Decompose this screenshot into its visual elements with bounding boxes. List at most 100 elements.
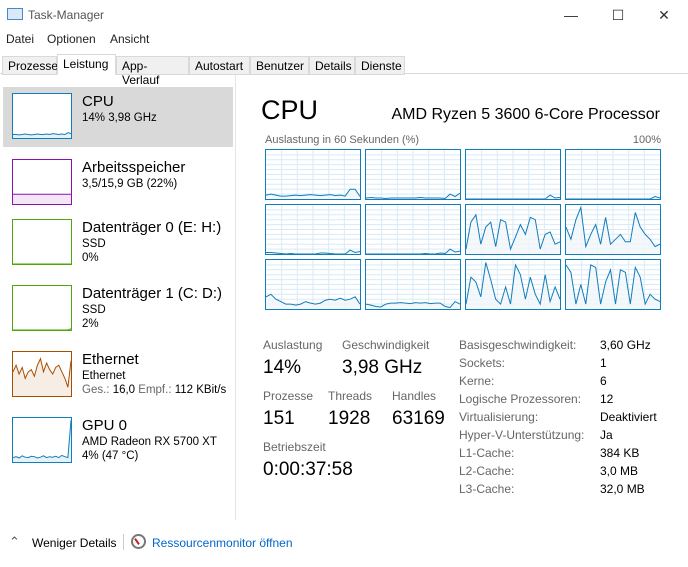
core-graph	[565, 204, 661, 255]
tab-leistung[interactable]: Leistung	[57, 54, 116, 75]
spec-value: 384 KB	[600, 446, 640, 460]
divider	[123, 534, 124, 550]
sidebar-item-name: Ethernet	[82, 351, 139, 368]
maximize-button[interactable]: ☐	[595, 4, 641, 26]
thumb-line	[13, 328, 71, 330]
thumb-line	[13, 420, 71, 459]
processes-value: 151	[263, 408, 295, 429]
sidebar-item-memory[interactable]: Arbeitsspeicher 3,5/15,9 GB (22%)	[3, 153, 233, 213]
spec-value: Ja	[600, 428, 613, 442]
sidebar-item-detail: 14% 3,98 GHz	[82, 112, 157, 124]
sidebar-item-disk-0[interactable]: Datenträger 0 (E: H:) SSD 0%	[3, 213, 233, 273]
core-graph	[365, 204, 461, 255]
send-value: 16,0	[112, 384, 136, 396]
sidebar-item-gpu[interactable]: GPU 0 AMD Radeon RX 5700 XT 4% (47 °C)	[3, 411, 233, 471]
sidebar-item-disk-1[interactable]: Datenträger 1 (C: D:) SSD 2%	[3, 279, 233, 339]
thumb-area	[13, 132, 71, 138]
core-graph	[565, 149, 661, 200]
sidebar-item-detail: SSD	[82, 238, 106, 250]
sidebar-item-name: CPU	[82, 93, 114, 110]
thumb-area	[13, 194, 71, 204]
tab-dienste[interactable]: Dienste	[355, 56, 405, 75]
core-graph	[365, 149, 461, 200]
tab-bar: Prozesse Leistung App-Verlauf Autostart …	[0, 54, 688, 87]
spec-label: L3-Cache:	[459, 482, 515, 496]
core-graph	[465, 204, 561, 255]
spec-value: 6	[600, 374, 607, 388]
spec-value: 3,0 MB	[600, 464, 639, 478]
tab-benutzer[interactable]: Benutzer	[250, 56, 309, 75]
spec-value: 12	[600, 392, 614, 406]
send-label: Ges.:	[82, 384, 110, 396]
spec-value: 32,0 MB	[600, 482, 645, 496]
tab-autostart[interactable]: Autostart	[189, 56, 250, 75]
utilization-label: Auslastung	[263, 338, 323, 352]
receive-value: 112 KBit/s	[174, 384, 227, 396]
sidebar-item-detail: SSD	[82, 304, 106, 316]
tab-details[interactable]: Details	[309, 56, 355, 75]
speed-label: Geschwindigkeit	[342, 338, 430, 352]
handles-value: 63169	[392, 408, 445, 429]
memory-thumbnail-graph	[12, 159, 72, 205]
threads-value: 1928	[328, 408, 371, 429]
sidebar-item-ethernet[interactable]: Ethernet Ethernet Ges.: 16,0 Empf.: 112 …	[3, 345, 233, 405]
ethernet-thumbnail-graph	[12, 351, 72, 397]
task-manager-icon	[7, 8, 23, 20]
cpu-model: AMD Ryzen 5 3600 6-Core Processor	[391, 106, 660, 123]
sidebar-item-usage: 2%	[82, 318, 99, 330]
disk-1-thumbnail-graph	[12, 285, 72, 331]
resource-monitor-icon	[131, 534, 146, 549]
tab-prozesse[interactable]: Prozesse	[2, 56, 58, 75]
open-resource-monitor-link[interactable]: Ressourcenmonitor öffnen	[152, 536, 293, 550]
gpu-thumbnail-graph	[12, 417, 72, 463]
core-graph	[265, 259, 361, 310]
spec-label: Basisgeschwindigkeit:	[459, 338, 577, 352]
title-bar: Task-Manager — ☐ ✕	[0, 0, 688, 30]
resource-sidebar: CPU 14% 3,98 GHz Arbeitsspeicher 3,5/15,…	[0, 75, 236, 520]
fewer-details-button[interactable]: Weniger Details	[32, 536, 116, 550]
chevron-up-icon[interactable]: ⌃	[9, 534, 20, 550]
sidebar-item-cpu[interactable]: CPU 14% 3,98 GHz	[3, 87, 233, 147]
menu-optionen[interactable]: Optionen	[47, 32, 96, 46]
core-graph	[265, 204, 361, 255]
core-graph	[465, 259, 561, 310]
window-title: Task-Manager	[28, 8, 105, 22]
spec-label: Kerne:	[459, 374, 495, 388]
uptime-label: Betriebszeit	[263, 440, 326, 454]
spec-label: L1-Cache:	[459, 446, 515, 460]
spec-value: 1	[600, 356, 607, 370]
footer: ⌃ Weniger Details Ressourcenmonitor öffn…	[0, 533, 688, 553]
speed-value: 3,98 GHz	[342, 357, 423, 378]
core-graph	[565, 259, 661, 310]
spec-value: Deaktiviert	[600, 410, 657, 424]
tab-app-verlauf[interactable]: App-Verlauf	[116, 56, 189, 87]
sidebar-item-detail: Ethernet	[82, 370, 126, 382]
uptime-value: 0:00:37:58	[263, 459, 353, 480]
spec-label: Sockets:	[459, 356, 506, 370]
processes-label: Prozesse	[263, 389, 314, 403]
core-graph	[465, 149, 561, 200]
thumb-line	[13, 132, 71, 136]
core-graph	[265, 149, 361, 200]
menu-ansicht[interactable]: Ansicht	[110, 32, 149, 46]
graph-max-label: 100%	[632, 134, 661, 146]
disk-0-thumbnail-graph	[12, 219, 72, 265]
spec-label: L2-Cache:	[459, 464, 515, 478]
spec-label: Logische Prozessoren:	[459, 392, 582, 406]
core-graph	[365, 259, 461, 310]
handles-label: Handles	[392, 389, 437, 403]
menu-datei[interactable]: Datei	[6, 32, 34, 46]
page-title: CPU	[261, 95, 319, 125]
spec-value: 3,60 GHz	[600, 338, 651, 352]
sidebar-item-name: GPU 0	[82, 417, 128, 434]
receive-label: Empf.:	[138, 384, 172, 396]
sidebar-item-name: Arbeitsspeicher	[82, 159, 186, 176]
sidebar-item-detail: 3,5/15,9 GB (22%)	[82, 178, 178, 190]
sidebar-item-detail: AMD Radeon RX 5700 XT	[82, 436, 217, 448]
sidebar-item-throughput: Ges.: 16,0 Empf.: 112 KBit/s	[82, 384, 226, 396]
spec-label: Hyper-V-Unterstützung:	[459, 428, 585, 442]
minimize-button[interactable]: —	[548, 4, 594, 26]
sidebar-item-name: Datenträger 1 (C: D:)	[82, 285, 223, 302]
close-button[interactable]: ✕	[641, 4, 687, 26]
graph-label: Auslastung in 60 Sekunden (%)	[265, 134, 420, 146]
